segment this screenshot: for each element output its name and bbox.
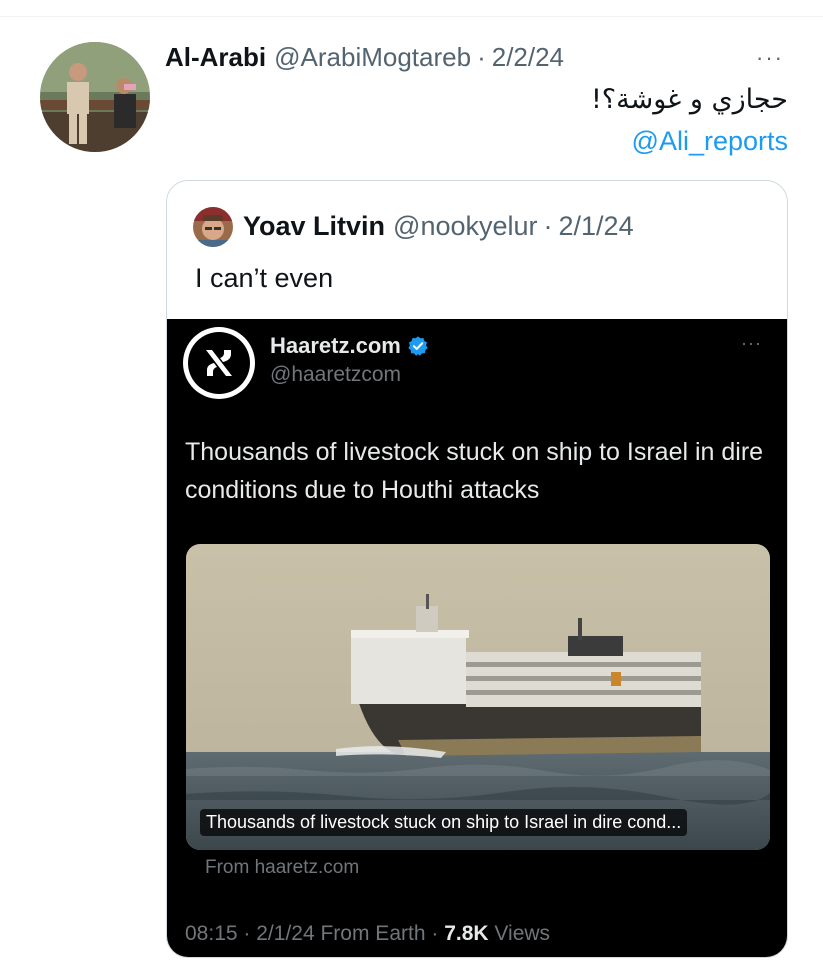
embedded-screenshot: Haaretz.com @haaretzcom ··· Thousands of… — [167, 319, 787, 957]
haaretz-logo-icon — [183, 327, 255, 399]
tweet: Al-Arabi @ArabiMogtareb · 2/2/24 ··· حجا… — [0, 0, 823, 963]
views-count: 7.8K — [444, 922, 489, 945]
meta-sep: · — [243, 922, 251, 945]
embedded-meta: 08:15 · 2/1/24 From Earth · 7.8K Views — [185, 922, 550, 946]
meta-time: 08:15 — [185, 922, 238, 945]
separator-dot: · — [477, 42, 486, 72]
quoted-date[interactable]: 2/1/24 — [559, 211, 634, 242]
author-avatar[interactable] — [40, 42, 150, 152]
embedded-name-text: Haaretz.com — [270, 333, 401, 358]
quoted-author-avatar[interactable] — [193, 207, 233, 247]
author-handle[interactable]: @ArabiMogtareb — [274, 42, 471, 73]
meta-location: From Earth — [320, 922, 426, 945]
quoted-text: I can’t even — [195, 263, 334, 293]
embedded-tweet-text: Thousands of livestock stuck on ship to … — [185, 438, 764, 504]
separator-dot: · — [543, 211, 553, 241]
quoted-header: Yoav Litvin @nookyelur · 2/1/24 — [243, 211, 634, 242]
meta-date: 2/1/24 — [256, 922, 315, 945]
tweet-date[interactable]: 2/2/24 — [492, 42, 564, 73]
embedded-more-icon: ··· — [741, 333, 762, 353]
author-name[interactable]: Al-Arabi — [165, 42, 266, 73]
link-source: From haaretz.com — [205, 857, 360, 878]
ship-photo: Thousands of livestock stuck on ship to … — [186, 544, 770, 850]
tweet-text: حجازي و غوشة؟! — [590, 84, 788, 115]
embedded-account-name: Haaretz.com — [270, 333, 429, 359]
meta-sep: · — [431, 922, 439, 945]
verified-badge-icon — [408, 336, 428, 356]
embedded-handle: @haaretzcom — [270, 363, 402, 386]
quoted-author-name[interactable]: Yoav Litvin — [243, 211, 385, 242]
quoted-author-handle[interactable]: @nookyelur — [393, 211, 537, 242]
more-options-icon[interactable]: ··· — [752, 40, 788, 76]
tweet-header: Al-Arabi @ArabiMogtareb · 2/2/24 — [165, 42, 564, 76]
quoted-tweet[interactable]: Yoav Litvin @nookyelur · 2/1/24 I can’t … — [166, 180, 788, 958]
link-card-caption: Thousands of livestock stuck on ship to … — [200, 809, 688, 836]
mention-link[interactable]: @Ali_reports — [632, 126, 788, 157]
views-label: Views — [494, 922, 551, 945]
